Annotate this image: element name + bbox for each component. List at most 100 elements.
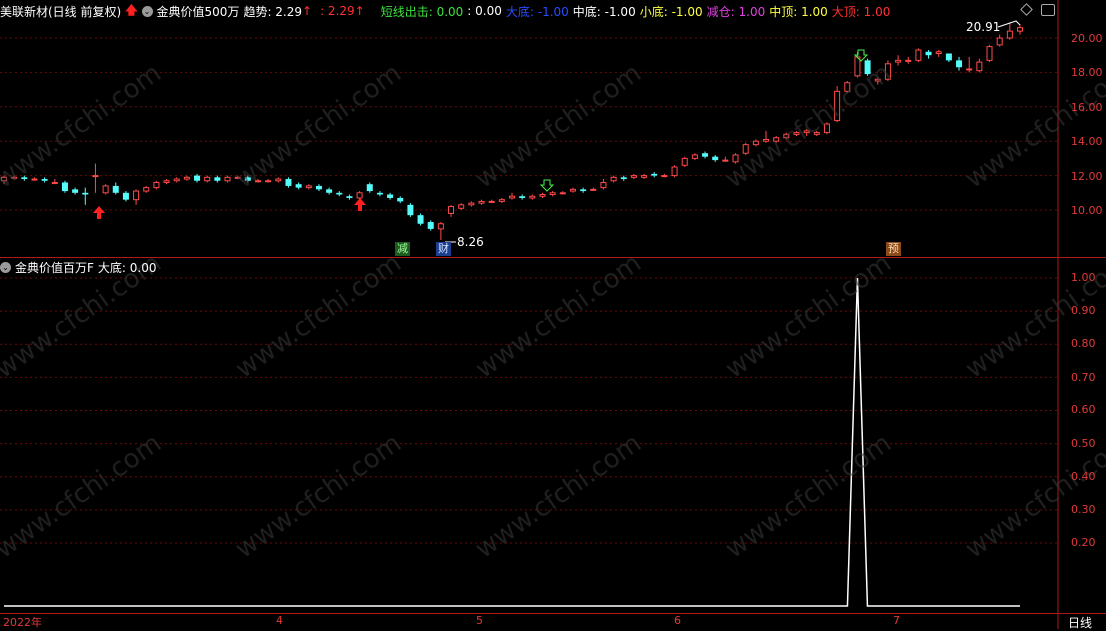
candle (580, 187, 587, 193)
candle (905, 56, 912, 64)
candle-body (376, 192, 383, 195)
sub-indicator-name[interactable]: 金典价值百万F (15, 259, 94, 276)
candle-body (1017, 27, 1023, 32)
candle (590, 187, 597, 192)
candle-body (153, 181, 160, 189)
candle (133, 189, 140, 205)
x-tick-july: 7 (893, 614, 900, 627)
candle (417, 213, 424, 226)
candle (51, 179, 58, 185)
pre-tag: 预 (886, 242, 901, 256)
candle (112, 182, 119, 195)
x-tick-april: 4 (276, 614, 283, 627)
candle (336, 191, 343, 197)
candle-body (600, 181, 607, 189)
candle (712, 154, 719, 162)
candle (153, 180, 160, 190)
sub-tick: 0.90 (1071, 304, 1096, 317)
candle (194, 173, 201, 183)
candle-body (102, 185, 109, 194)
low-price-label: 8.26 (457, 235, 484, 249)
candle-body (448, 206, 455, 214)
candle (92, 163, 99, 193)
candle (529, 194, 536, 200)
candle (641, 173, 648, 180)
candle (509, 192, 515, 200)
candle (82, 187, 89, 205)
candle (72, 187, 79, 195)
candle-body (529, 195, 536, 199)
candle (1017, 24, 1023, 35)
candle-body (569, 188, 576, 192)
candle (976, 58, 983, 73)
candle-body (183, 176, 190, 180)
candle-body (112, 185, 119, 193)
candle (214, 175, 221, 183)
candle-body (31, 178, 38, 181)
candle (498, 197, 505, 204)
candle-body (305, 185, 312, 189)
period-label[interactable]: 日线 (1068, 614, 1092, 631)
candle (610, 175, 617, 183)
candle (986, 44, 993, 63)
grid-lines (0, 37, 1058, 544)
price-tick: 10.00 (1071, 204, 1103, 217)
candle-body (996, 37, 1003, 46)
candle (620, 175, 627, 181)
candle (956, 56, 963, 71)
candle (702, 151, 709, 159)
candle-body (630, 175, 637, 178)
candle-body (194, 175, 201, 181)
candle-body (498, 199, 505, 202)
candle (915, 48, 922, 63)
candle-body (488, 200, 495, 203)
candle (945, 53, 952, 63)
candle-body (945, 53, 952, 61)
sub-big-bottom-value: 大底: 0.00 (97, 260, 157, 275)
candle-body (509, 195, 515, 199)
candle (143, 185, 150, 193)
candle-body (620, 177, 627, 180)
candle (996, 34, 1003, 47)
candle (275, 177, 282, 183)
candle (651, 172, 658, 178)
candle (102, 184, 109, 195)
candle-body (336, 192, 343, 195)
sub-tick: 0.60 (1071, 403, 1096, 416)
candle (366, 182, 373, 193)
candle-body (285, 179, 292, 186)
candle-body (1006, 30, 1013, 39)
candle (122, 191, 129, 202)
sub-tick: 0.30 (1071, 503, 1096, 516)
candle-body (956, 60, 963, 68)
candle (437, 222, 444, 240)
candle-body (722, 159, 729, 162)
candle-body (427, 222, 434, 229)
sub-tick: 0.40 (1071, 470, 1096, 483)
candle (61, 180, 68, 193)
candle-body (590, 188, 597, 191)
candle (346, 194, 353, 200)
reduce-tag: 减 (395, 242, 410, 256)
candle (305, 184, 312, 190)
candle-body (417, 215, 424, 224)
candle (448, 204, 455, 217)
candle-body (905, 59, 912, 62)
chevron-down-icon[interactable]: ⌄ (0, 261, 11, 273)
candle-body (143, 187, 150, 192)
candlesticks (1, 22, 1023, 240)
red-up-arrow-icon (354, 198, 366, 211)
sub-tick: 1.00 (1071, 271, 1096, 284)
candle (356, 191, 363, 200)
candle (925, 50, 932, 59)
price-tick: 12.00 (1071, 170, 1103, 183)
candle-body (214, 177, 221, 181)
candle (285, 177, 292, 188)
candle (488, 199, 495, 204)
sub-tick: 0.50 (1071, 437, 1096, 450)
candle (315, 184, 322, 192)
candle (569, 187, 576, 193)
candle (722, 156, 729, 162)
sub-tick: 0.80 (1071, 337, 1096, 350)
candle (458, 203, 465, 210)
